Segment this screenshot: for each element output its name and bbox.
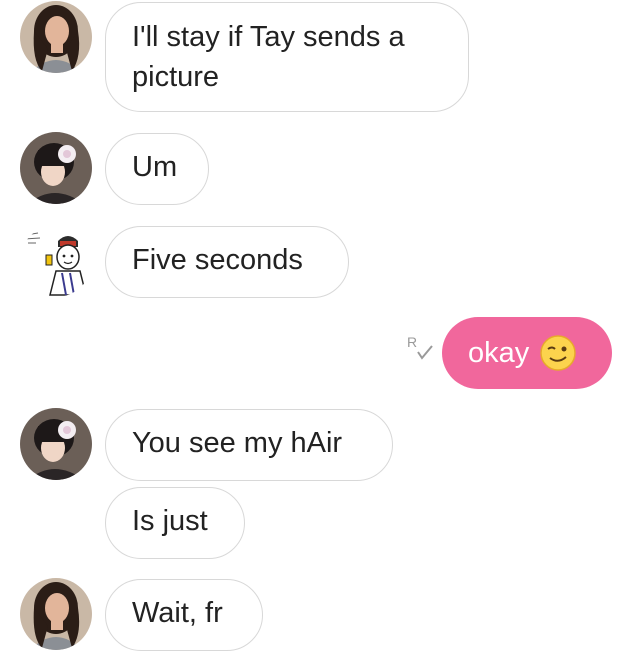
- message-text: Five seconds: [132, 244, 303, 276]
- message-text: You see my hAir: [132, 427, 343, 459]
- message-bubble[interactable]: Is just: [105, 487, 245, 559]
- message-text: Is just: [132, 505, 208, 537]
- message-text: I'll stay if Tay sends a picture: [132, 21, 405, 93]
- outgoing-message-bubble[interactable]: okay: [442, 317, 612, 389]
- message-bubble[interactable]: Um: [105, 133, 209, 205]
- user-avatar-cartoon[interactable]: [20, 225, 92, 297]
- message-bubble[interactable]: I'll stay if Tay sends a picture: [105, 2, 469, 112]
- chat-thread: I'll stay if Tay sends a picture Um Five…: [0, 0, 632, 663]
- read-receipt-icon: R: [404, 332, 436, 364]
- message-bubble[interactable]: Five seconds: [105, 226, 349, 298]
- user-avatar-flower[interactable]: [20, 408, 92, 480]
- message-text: okay: [468, 336, 530, 369]
- message-bubble[interactable]: You see my hAir: [105, 409, 393, 481]
- user-avatar-brunette[interactable]: [20, 1, 92, 73]
- message-bubble[interactable]: Wait, fr: [105, 579, 263, 651]
- winking-face-emoji-icon: [539, 334, 577, 372]
- message-text: Wait, fr: [132, 597, 223, 629]
- message-text: Um: [132, 151, 178, 183]
- user-avatar-brunette[interactable]: [20, 578, 92, 650]
- user-avatar-flower[interactable]: [20, 132, 92, 204]
- svg-text:R: R: [407, 334, 417, 350]
